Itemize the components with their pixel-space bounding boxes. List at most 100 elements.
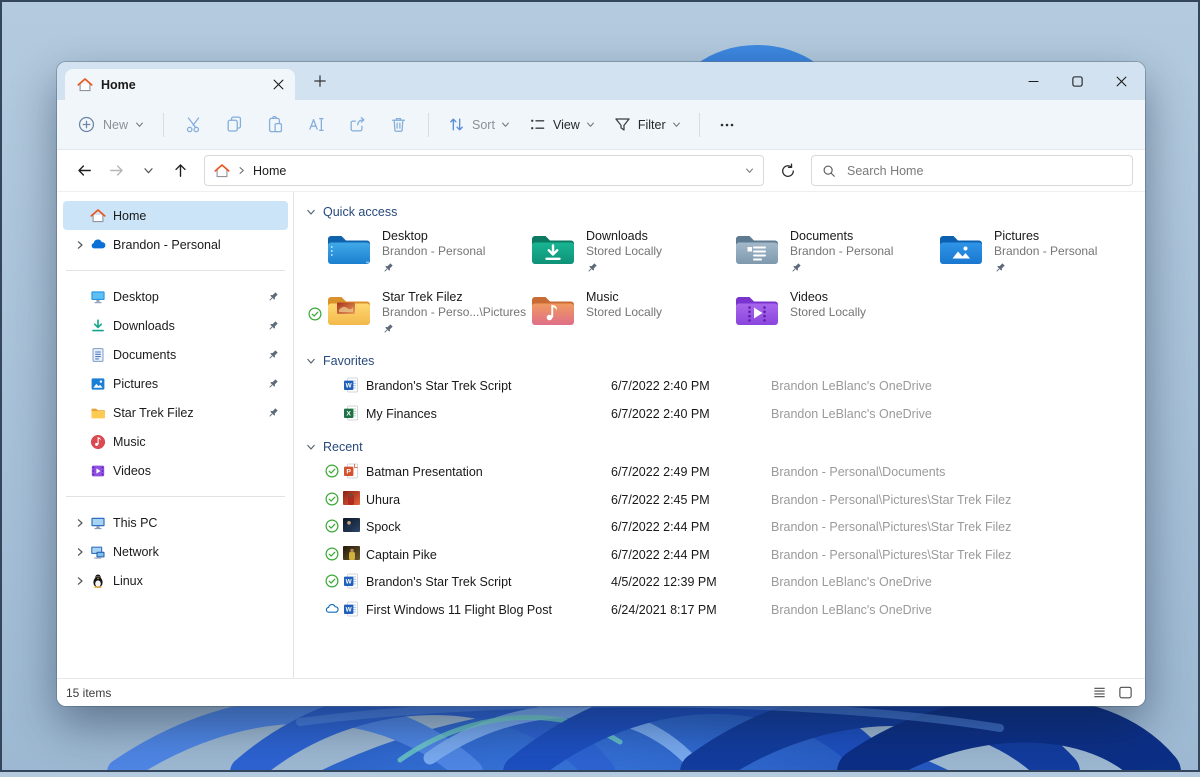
sidebar-item-music[interactable]: Music [63, 427, 288, 456]
quick-access-tile-star-trek-filez[interactable]: Star Trek Filez Brandon - Perso...\Pictur… [308, 289, 530, 341]
maximize-button[interactable] [1055, 62, 1099, 100]
file-location: Brandon - Personal\Documents [771, 465, 946, 479]
tab-title: Home [101, 77, 136, 92]
quick-access-tile-downloads[interactable]: Downloads Stored Locally [530, 228, 734, 280]
tile-title: Star Trek Filez [382, 290, 463, 304]
address-bar[interactable]: Home [204, 155, 764, 186]
search-box[interactable] [811, 155, 1133, 186]
file-row-brandon-s-star-trek-script[interactable]: W Brandon's Star Trek Script 6/7/2022 2:40… [304, 372, 1145, 400]
new-button[interactable]: New [67, 108, 154, 141]
quick-access-tile-documents[interactable]: Documents Brandon - Personal [734, 228, 938, 280]
chevron-right-icon[interactable] [70, 544, 89, 560]
address-dropdown-icon[interactable] [745, 166, 754, 175]
view-button[interactable]: View [519, 108, 604, 141]
tile-text: Music Stored Locally [586, 289, 662, 341]
section-favorites-header[interactable]: Favorites [306, 354, 1145, 368]
copy-button[interactable] [214, 107, 255, 143]
sidebar-item-brandon-personal[interactable]: Brandon - Personal [63, 230, 288, 259]
tab-bar: Home [57, 62, 1145, 100]
quick-access-tile-videos[interactable]: Videos Stored Locally [734, 289, 938, 341]
tile-downloads [530, 229, 576, 269]
content-pane: Quick access Desktop Brandon - Personal Do… [293, 192, 1145, 678]
file-row-my-finances[interactable]: X My Finances 6/7/2022 2:40 PM Brandon LeBl… [304, 400, 1145, 428]
tab-close-button[interactable] [267, 74, 289, 96]
close-button[interactable] [1099, 62, 1143, 100]
file-date-modified: 6/7/2022 2:40 PM [611, 406, 710, 421]
sidebar-item-label: Music [113, 434, 146, 449]
search-input[interactable] [845, 162, 1122, 179]
tile-title: Documents [790, 229, 854, 243]
window-controls [1011, 62, 1143, 100]
cloud-status-icon [325, 602, 339, 621]
sidebar-item-pictures[interactable]: Pictures [63, 369, 288, 398]
minimize-button[interactable] [1011, 62, 1055, 100]
tile-subtitle: Brandon - Perso...\Pictures [382, 305, 527, 319]
section-quick-access-header[interactable]: Quick access [306, 205, 1145, 219]
search-icon [822, 164, 836, 178]
new-tab-button[interactable] [307, 68, 333, 94]
sidebar-item-desktop[interactable]: Desktop [63, 282, 288, 311]
sidebar-item-linux[interactable]: Linux [63, 566, 288, 595]
pin-icon [586, 261, 662, 273]
pin-icon [790, 261, 893, 273]
chevron-right-icon [237, 166, 246, 175]
delete-button[interactable] [378, 107, 419, 143]
music-icon [89, 434, 106, 450]
filter-button[interactable]: Filter [604, 108, 690, 141]
quick-access-tile-music[interactable]: Music Stored Locally [530, 289, 734, 341]
rename-button[interactable] [296, 107, 337, 143]
filter-button-label: Filter [637, 117, 666, 132]
word-icon: W [343, 573, 359, 594]
breadcrumb[interactable]: Home [253, 164, 286, 178]
sidebar: Home Brandon - Personal Desktop Downloads Do… [57, 192, 293, 678]
pin-icon [267, 290, 279, 308]
file-row-batman-presentation[interactable]: P Batman Presentation 6/7/2022 2:49 PM Bran… [304, 458, 1145, 486]
cut-icon [184, 115, 203, 134]
sidebar-item-star-trek-filez[interactable]: Star Trek Filez [63, 398, 288, 427]
refresh-button[interactable] [773, 156, 803, 186]
chevron-right-icon[interactable] [70, 573, 89, 589]
sidebar-item-network[interactable]: Network [63, 537, 288, 566]
quick-access-tile-desktop[interactable]: Desktop Brandon - Personal [326, 228, 530, 280]
share-button[interactable] [337, 107, 378, 143]
onedrive-icon [89, 237, 106, 253]
tile-text: Documents Brandon - Personal [790, 228, 893, 280]
paste-button[interactable] [255, 107, 296, 143]
more-options-button[interactable] [709, 108, 745, 142]
tab-home[interactable]: Home [65, 69, 295, 100]
tile-title: Downloads [586, 229, 648, 243]
file-row-spock[interactable]: Spock 6/7/2022 2:44 PM Brandon - Personal\… [304, 513, 1145, 541]
tile-music [530, 290, 576, 330]
sync-ok-icon [325, 491, 339, 511]
file-name: My Finances [366, 406, 437, 421]
chevron-right-icon[interactable] [70, 237, 89, 253]
sort-button[interactable]: Sort [438, 108, 519, 141]
back-button[interactable] [69, 156, 99, 186]
file-row-captain-pike[interactable]: Captain Pike 6/7/2022 2:44 PM Brandon - Pe… [304, 541, 1145, 569]
sidebar-item-videos[interactable]: Videos [63, 456, 288, 485]
file-name: Captain Pike [366, 547, 437, 562]
sidebar-item-downloads[interactable]: Downloads [63, 311, 288, 340]
sidebar-item-this-pc[interactable]: This PC [63, 508, 288, 537]
file-row-uhura[interactable]: Uhura 6/7/2022 2:45 PM Brandon - Personal\… [304, 486, 1145, 514]
chevron-right-icon[interactable] [70, 515, 89, 531]
sidebar-item-label: Pictures [113, 376, 159, 391]
file-row-brandon-s-star-trek-script[interactable]: W Brandon's Star Trek Script 4/5/2022 12:3… [304, 568, 1145, 596]
sidebar-item-documents[interactable]: Documents [63, 340, 288, 369]
up-button[interactable] [165, 156, 195, 186]
cut-button[interactable] [173, 107, 214, 143]
large-icons-view-button[interactable] [1115, 683, 1135, 703]
tile-pictures [938, 229, 984, 269]
tile-videos [734, 290, 780, 330]
pin-icon [382, 322, 526, 334]
sidebar-item-home[interactable]: Home [63, 201, 288, 230]
recent-locations-button[interactable] [133, 156, 163, 186]
details-view-button[interactable] [1089, 683, 1109, 703]
file-row-first-windows-11-flight-blog-post[interactable]: W First Windows 11 Flight Blog Post 6/24/2… [304, 596, 1145, 624]
pin-icon [267, 377, 279, 395]
quick-access-tile-pictures[interactable]: Pictures Brandon - Personal [938, 228, 1142, 280]
section-recent-header[interactable]: Recent [306, 440, 1145, 454]
forward-button[interactable] [101, 156, 131, 186]
